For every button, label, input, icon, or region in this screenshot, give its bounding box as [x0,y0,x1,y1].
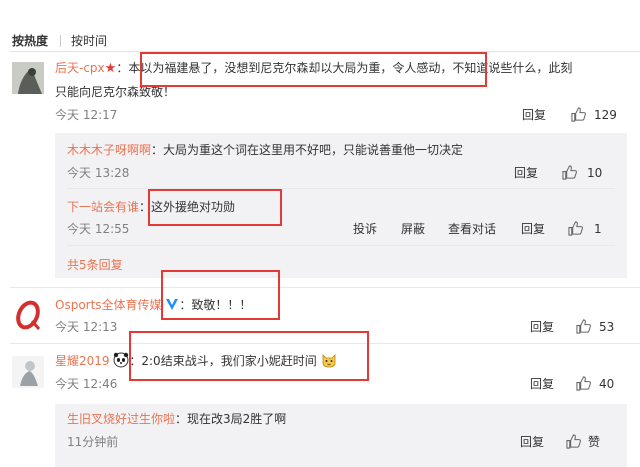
sub-reply-time: 今天 13:28 [67,166,130,180]
reply-button[interactable]: 回复 [514,165,538,181]
sub-reply-username[interactable]: 生旧叉烧好过生你啦 [67,412,175,426]
avatar[interactable] [12,299,44,331]
sort-by-hot[interactable]: 按热度 [12,32,48,50]
sub-reply-time: 11分钟前 [67,435,119,449]
reply-button[interactable]: 回复 [522,107,546,123]
like-count: 40 [599,377,615,391]
sub-reply-username[interactable]: 木木木子呀啊啊 [67,143,151,157]
panda-emoji-icon [113,352,129,375]
highlight-box [140,52,487,87]
like-label: 赞 [588,435,601,449]
like-count: 1 [594,222,602,236]
sub-reply-line: 木木木子呀啊啊：大局为重这个词在这里用不好吧，只能说善重他一切决定 [67,139,463,161]
divider [10,287,640,288]
reply-button[interactable]: 回复 [530,319,554,335]
reply-button[interactable]: 回复 [521,221,545,237]
sub-reply-line: 生旧叉烧好过生你啦：现在改3局2胜了啊 [67,408,286,430]
like-count: 129 [594,108,617,122]
divider [67,245,615,246]
avatar[interactable] [12,356,44,388]
sub-reply-text: ：大局为重这个词在这里用不好吧，只能说善重他一切决定 [151,143,464,157]
username[interactable]: 后天-cpx [55,61,105,75]
like-count: 10 [587,166,603,180]
report-button[interactable]: 投诉 [353,221,377,237]
reply-button[interactable]: 回复 [530,376,554,392]
username[interactable]: Osports全体育传媒 [55,298,162,312]
avatar[interactable] [12,62,44,94]
view-conversation-button[interactable]: 查看对话 [448,221,496,237]
sub-reply-username[interactable]: 下一站会有谁 [67,200,139,214]
comment-time: 今天 12:46 [55,377,118,391]
highlight-box [161,270,280,320]
thumb-up-icon[interactable] [571,107,586,122]
highlight-box [129,331,369,381]
thumb-up-icon[interactable] [566,434,581,449]
highlight-box [148,189,282,226]
username[interactable]: 星耀2019 [55,354,110,368]
thumb-up-icon[interactable] [562,165,577,180]
comment-time: 今天 12:13 [55,320,118,334]
red-star-icon: ★ [104,61,117,76]
sort-divider [60,35,61,47]
view-more-replies-link[interactable]: 共5条回复 [67,257,123,273]
thumb-up-icon[interactable] [568,221,583,236]
thumb-up-icon[interactable] [576,319,591,334]
like-count: 53 [599,320,615,334]
sub-reply-time: 今天 12:55 [67,222,130,236]
comment-time: 今天 12:17 [55,108,118,122]
sort-by-time[interactable]: 按时间 [71,32,107,50]
thumb-up-icon[interactable] [576,376,591,391]
block-button[interactable]: 屏蔽 [401,221,425,237]
reply-button[interactable]: 回复 [520,434,544,450]
sub-reply-text: ：现在改3局2胜了啊 [175,412,287,426]
